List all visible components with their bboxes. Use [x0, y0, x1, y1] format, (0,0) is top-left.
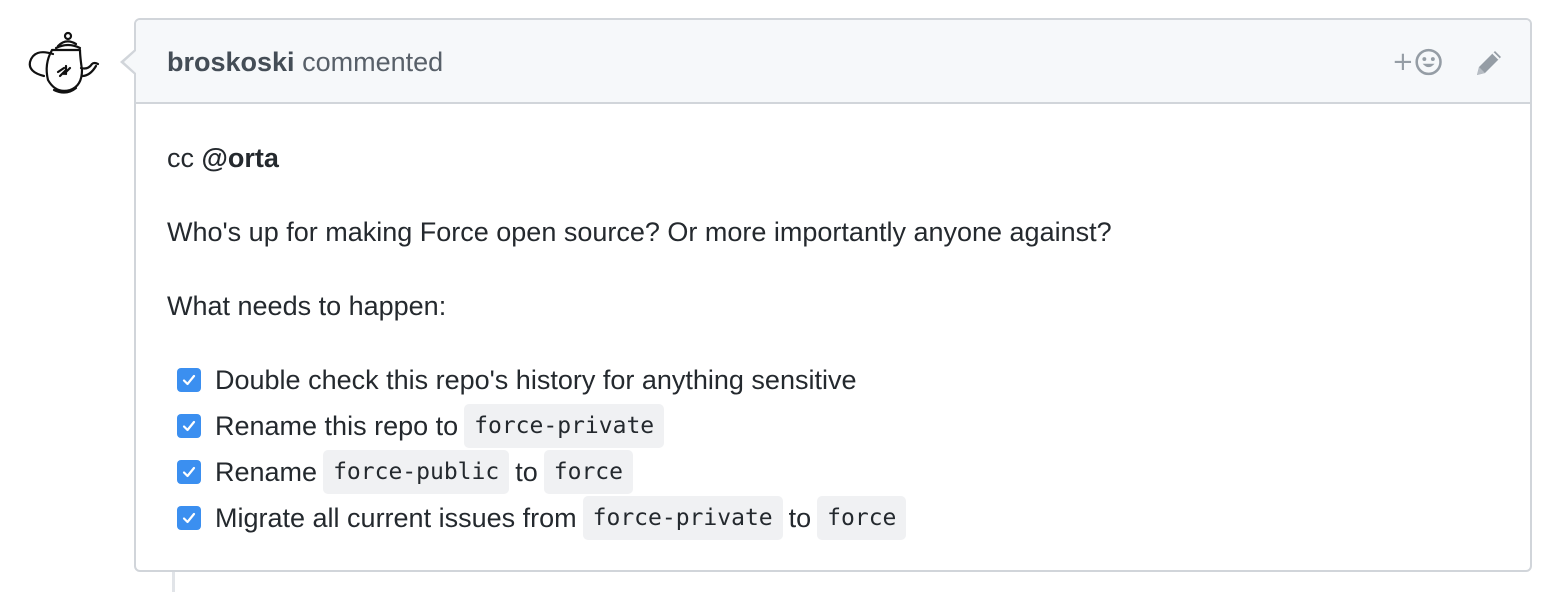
pencil-icon[interactable] [1472, 46, 1506, 80]
checkmark-icon [182, 374, 196, 386]
task-checkbox[interactable] [177, 414, 201, 438]
task-text: Double check this repo's history for any… [215, 365, 857, 395]
task-checkbox[interactable] [177, 368, 201, 392]
timeline-line [172, 572, 175, 592]
task-checkbox[interactable] [177, 506, 201, 530]
paragraph-question: Who's up for making Force open source? O… [167, 217, 1112, 247]
plus-icon: + [1392, 47, 1414, 77]
comment-header: broskoski commented + [136, 20, 1530, 104]
add-reaction-button[interactable]: + [1392, 44, 1442, 80]
mention-prefix: cc [167, 143, 202, 173]
task-checkbox[interactable] [177, 460, 201, 484]
mention-paragraph: cc @orta [167, 140, 279, 176]
comment-box: broskoski commented + cc @orta Who's up … [120, 18, 1532, 572]
paragraph-needs: What needs to happen: [167, 291, 447, 321]
task-text: to [515, 457, 538, 487]
comment-action: commented [302, 47, 444, 77]
user-mention-link[interactable]: @orta [202, 143, 279, 173]
task-text: Migrate all current issues from [215, 503, 577, 533]
inline-code: force-private [582, 496, 783, 540]
task-list-item: Double check this repo's history for any… [177, 360, 856, 400]
inline-code: force [543, 450, 634, 494]
smiley-icon [1415, 48, 1442, 76]
checkmark-icon [182, 512, 196, 524]
task-text: Rename [215, 457, 318, 487]
checkmark-icon [182, 466, 196, 478]
avatar[interactable] [22, 24, 102, 104]
checkmark-icon [182, 420, 196, 432]
task-list-item: Rename this repo to force-private [177, 404, 670, 448]
comment-header-text: broskoski commented [167, 46, 443, 78]
inline-code: force-private [464, 404, 665, 448]
inline-code: force-public [323, 450, 510, 494]
task-text: to [788, 503, 812, 533]
inline-code: force [817, 496, 907, 540]
author-link[interactable]: broskoski [167, 47, 295, 77]
task-text: Rename this repo to [215, 411, 459, 441]
task-list-item: Rename force-public to force [177, 450, 639, 494]
task-list-item: Migrate all current issues from force-pr… [177, 496, 912, 540]
